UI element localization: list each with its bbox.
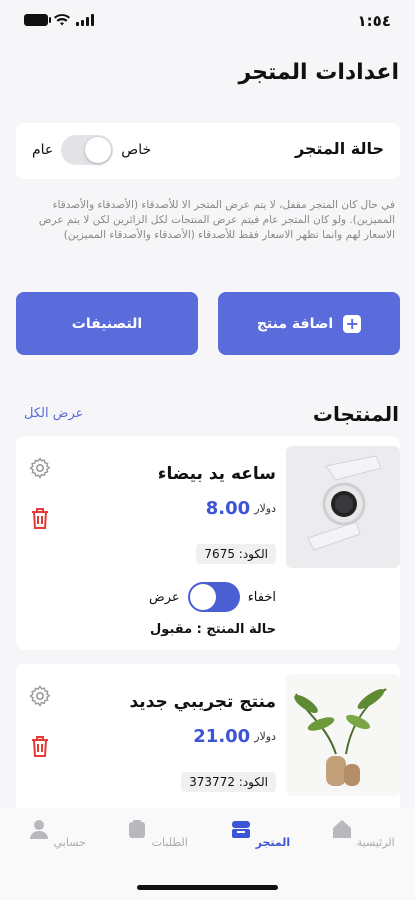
product-price: 21.00 دولار	[193, 726, 276, 747]
product-code: الكود: 373772	[181, 772, 276, 792]
store-icon	[231, 821, 250, 838]
trash-icon[interactable]	[30, 734, 50, 758]
add-product-button[interactable]: اضافة منتج +	[218, 292, 400, 355]
private-label: خاص	[121, 142, 152, 158]
status-icons	[24, 14, 94, 26]
signal-icon	[76, 14, 94, 26]
product-name: منتج تجريبي جديد	[129, 692, 276, 712]
plus-icon: +	[343, 314, 362, 333]
tab-orders-label: الطلبات	[151, 836, 188, 849]
product-visibility-row: عرض اخفاء	[149, 582, 276, 612]
price-value: 21.00	[193, 726, 251, 747]
code-label: الكود:	[238, 547, 268, 561]
page-title: اعدادات المتجر	[238, 60, 400, 85]
show-label: عرض	[149, 589, 180, 605]
public-label: عام	[32, 142, 54, 158]
store-status-label: حالة المتجر	[294, 139, 384, 158]
categories-button[interactable]: التصنيفات	[16, 292, 198, 355]
tab-home[interactable]: الرئيسية	[323, 818, 403, 849]
store-visibility-toggle[interactable]	[61, 135, 114, 165]
product-image-plant	[286, 674, 400, 796]
store-status-info: في حال كان المتجر مقفل، لا يتم عرض المتج…	[38, 199, 395, 241]
code-value: 373772	[189, 775, 235, 789]
orders-icon	[129, 820, 146, 838]
home-icon	[333, 820, 352, 838]
status-bar: ١:٥٤	[0, 0, 415, 44]
store-status-card: حالة المتجر عام خاص	[16, 123, 400, 179]
tab-account[interactable]: حسابي	[17, 818, 97, 849]
hide-label: اخفاء	[247, 589, 276, 605]
gear-icon[interactable]	[28, 684, 52, 708]
toggle-knob	[85, 137, 112, 163]
product-image-watch	[286, 446, 400, 568]
home-indicator	[137, 885, 278, 890]
product-price: 8.00 دولار	[206, 498, 276, 519]
product-card[interactable]: منتج تجريبي جديد 21.00 دولار الكود: 3737…	[16, 664, 400, 814]
plant-image	[294, 688, 387, 786]
toggle-knob	[189, 584, 216, 610]
tab-account-label: حسابي	[53, 836, 86, 849]
product-status: حالة المنتج : مقبول	[150, 622, 276, 637]
product-name: ساعه يد بيضاء	[157, 464, 276, 484]
battery-icon	[24, 14, 51, 26]
add-product-label: اضافة منتج	[256, 315, 334, 332]
price-currency: دولار	[254, 730, 276, 743]
code-value: 7675	[204, 547, 235, 561]
product-card[interactable]: ساعه يد بيضاء 8.00 دولار الكود: 7675 عرض…	[16, 436, 400, 650]
tab-store-label: المتجر	[255, 836, 291, 849]
trash-icon[interactable]	[30, 506, 50, 530]
tab-orders[interactable]: الطلبات	[117, 818, 197, 849]
products-section-title: المنتجات	[312, 402, 399, 426]
gear-icon[interactable]	[28, 456, 52, 480]
price-currency: دولار	[254, 502, 276, 515]
tab-home-label: الرئيسية	[356, 836, 395, 849]
view-all-link[interactable]: عرض الكل	[24, 406, 83, 421]
price-value: 8.00	[205, 498, 251, 519]
store-status-toggle-row: عام خاص	[32, 135, 151, 165]
categories-label: التصنيفات	[71, 315, 143, 332]
status-time: ١:٥٤	[357, 12, 391, 30]
tab-store[interactable]: المتجر	[220, 818, 300, 849]
product-visibility-toggle[interactable]	[187, 582, 240, 612]
watch-image	[307, 455, 382, 551]
wifi-icon	[54, 14, 70, 26]
code-label: الكود:	[238, 775, 268, 789]
product-code: الكود: 7675	[196, 544, 276, 564]
account-icon	[30, 820, 49, 839]
